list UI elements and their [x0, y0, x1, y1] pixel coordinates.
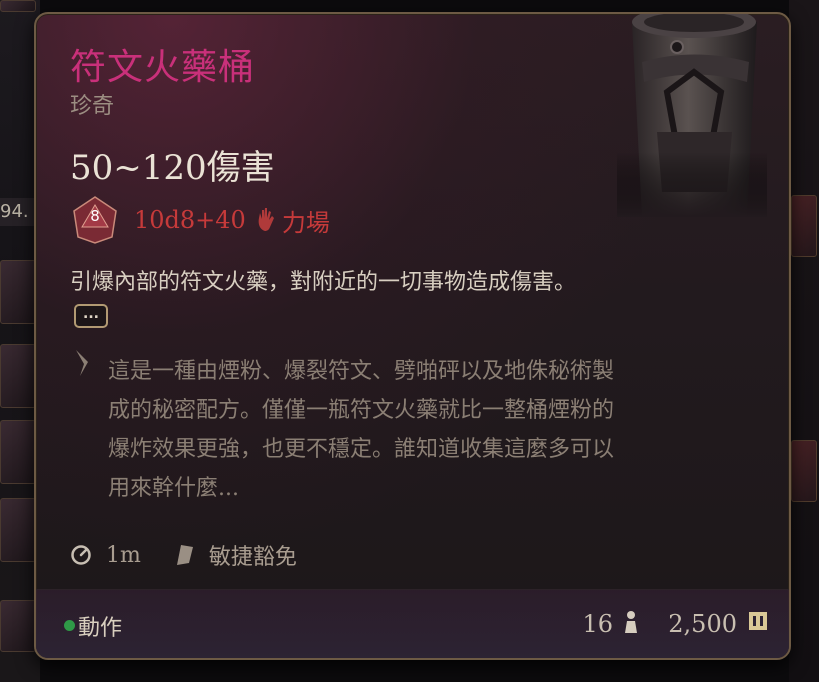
background-inventory-right	[789, 0, 819, 682]
action-type: 動作	[78, 616, 123, 641]
inventory-slot[interactable]	[0, 344, 36, 408]
inventory-slot[interactable]	[0, 260, 36, 324]
inventory-slot[interactable]	[0, 498, 36, 562]
inventory-slot[interactable]	[791, 440, 817, 502]
force-hand-icon	[258, 208, 274, 231]
lore-line: 爆炸效果更強，也更不穩定。誰知道收集這麼多可以	[108, 437, 615, 462]
item-description: 引爆內部的符文火藥，對附近的一切事物造成傷害。	[70, 270, 577, 295]
inventory-slot[interactable]	[0, 0, 36, 12]
item-properties: 1m 敏捷豁免	[70, 538, 297, 572]
tooltip-footer: 動作 16 2,500	[36, 589, 789, 658]
lore-line: 這是一種由煙粉、爆裂符文、劈啪砰以及地侏秘術製	[108, 359, 615, 384]
inventory-slot[interactable]	[0, 600, 36, 652]
d8-dice-icon: 8	[70, 195, 120, 245]
save-shield-icon	[176, 545, 193, 565]
left-edge-number: 94.	[0, 198, 36, 226]
damage-detail-row: 8 10d8+40 力場	[70, 195, 330, 245]
item-lore: 這是一種由煙粉、爆裂符文、劈啪砰以及地侏秘術製 成的秘密配方。僅僅一瓶符文火藥就…	[108, 352, 768, 508]
lore-quill-icon	[76, 350, 88, 376]
gold-coin-icon	[749, 612, 767, 630]
range-clock-icon	[71, 545, 91, 565]
damage-type: 力場	[281, 208, 330, 237]
saving-throw: 敏捷豁免	[208, 545, 297, 570]
damage-summary: 50~120傷害	[70, 148, 275, 188]
action-indicator-dot	[64, 620, 75, 631]
item-weight: 16	[582, 610, 613, 638]
inventory-slot[interactable]	[791, 195, 817, 257]
item-name: 符文火藥桶	[70, 47, 256, 88]
inventory-slot[interactable]	[0, 420, 36, 484]
expand-more-button[interactable]: ...	[74, 304, 108, 328]
lore-line: 用來幹什麼...	[108, 476, 239, 501]
dice-label: 8	[90, 207, 100, 225]
lore-line: 成的秘密配方。僅僅一瓶符文火藥就比一整桶煙粉的	[108, 398, 615, 423]
item-tooltip: 符文火藥桶 珍奇 50~120傷害 8 10d8+40 力場 引爆內部的符文火藥…	[34, 12, 791, 660]
range-value: 1m	[106, 542, 141, 568]
weight-icon	[625, 611, 637, 633]
item-rarity: 珍奇	[70, 94, 115, 119]
item-price: 2,500	[668, 610, 737, 638]
damage-formula: 10d8+40	[134, 206, 246, 234]
runic-barrel-art	[617, 14, 767, 217]
